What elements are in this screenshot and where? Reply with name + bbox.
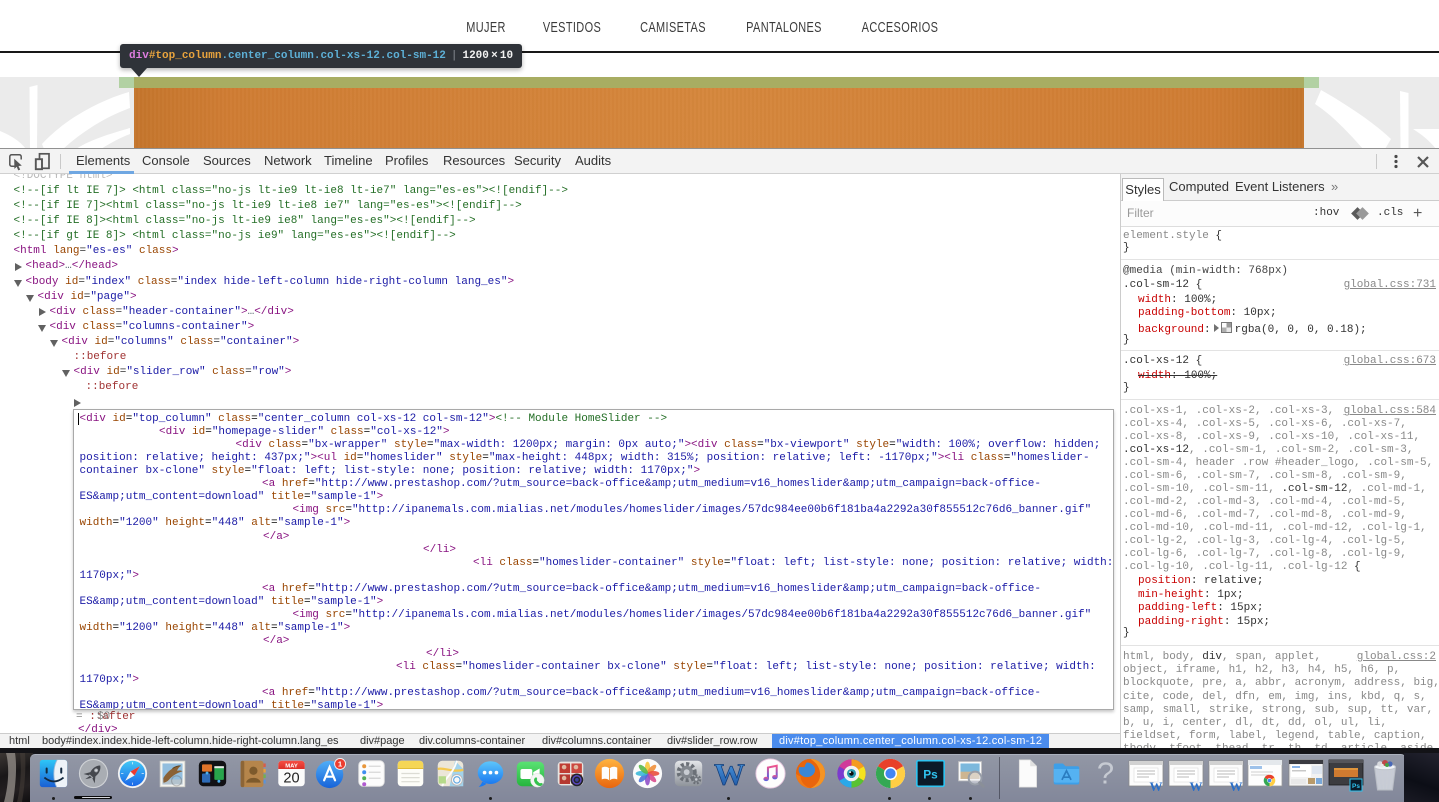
svg-text:W: W	[714, 758, 745, 789]
svg-text:W: W	[1229, 779, 1242, 792]
svg-text:20: 20	[283, 771, 299, 787]
svg-text:Ps: Ps	[923, 768, 938, 782]
svg-text:W: W	[1150, 779, 1163, 792]
svg-text:?: ?	[1096, 758, 1113, 789]
svg-text:MAY: MAY	[285, 764, 298, 770]
svg-text:1: 1	[337, 759, 342, 768]
svg-text:W: W	[1189, 779, 1202, 792]
svg-text:Ps: Ps	[1352, 783, 1360, 790]
